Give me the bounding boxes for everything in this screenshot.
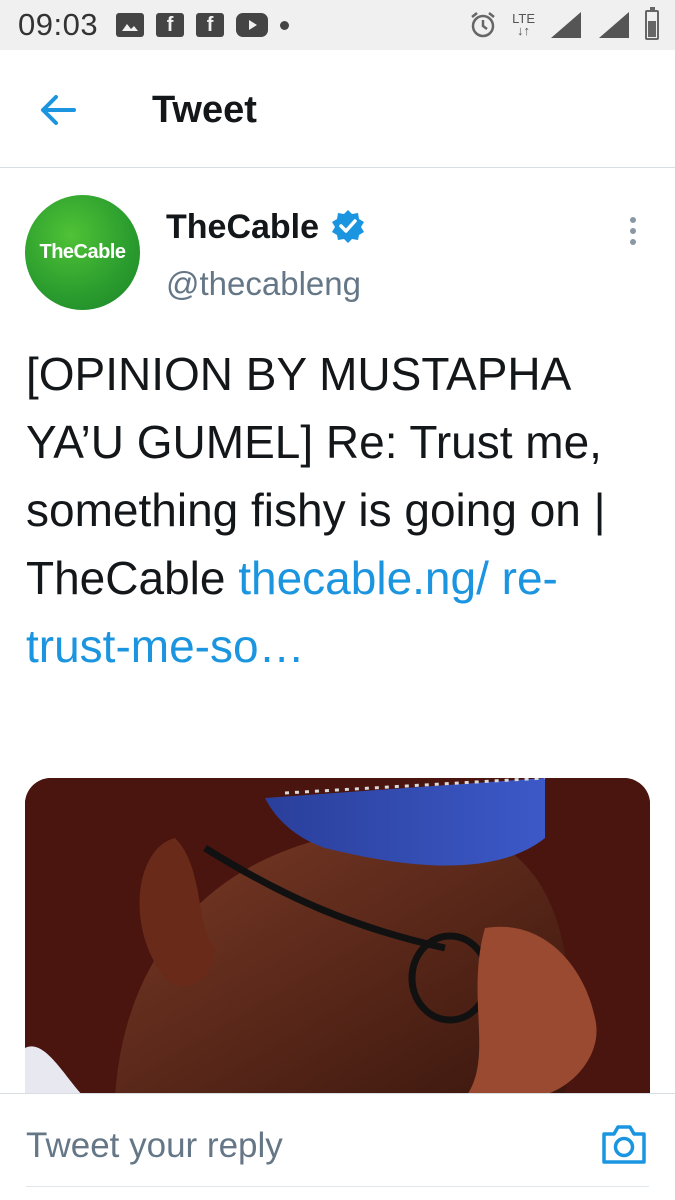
network-type: LTE ↓↑: [512, 12, 535, 38]
signal-icon: [551, 12, 581, 38]
more-options-button[interactable]: [618, 211, 648, 251]
facebook-icon: f: [156, 13, 185, 37]
camera-button[interactable]: [600, 1122, 648, 1166]
battery-icon: [645, 7, 659, 40]
avatar-logo-text: TheCable: [39, 241, 126, 263]
status-time: 09:03: [18, 7, 99, 42]
signal-icon: [599, 12, 629, 38]
dot-icon: [280, 20, 290, 30]
more-dot: [630, 217, 636, 223]
facebook-icon: f: [196, 13, 225, 37]
header: Tweet: [0, 50, 675, 168]
image-icon: [116, 13, 145, 37]
reply-bar: Tweet your reply: [0, 1093, 675, 1200]
author-handle[interactable]: @thecableng: [166, 263, 361, 305]
alarm-icon: [471, 12, 495, 38]
avatar[interactable]: TheCable: [25, 195, 140, 310]
system-icons: LTE ↓↑: [468, 0, 659, 50]
tweet-text: [OPINION BY MUSTAPHA YA’U GUMEL] Re: Tru…: [26, 340, 646, 680]
divider: [26, 1186, 649, 1187]
notification-icons: f f: [116, 13, 290, 37]
more-dot: [630, 239, 636, 245]
tweet-media-image[interactable]: [25, 778, 650, 1098]
camera-icon: [602, 1125, 646, 1164]
back-button[interactable]: [30, 88, 86, 132]
data-arrows-icon: ↓↑: [517, 23, 531, 38]
photo-icon: [25, 778, 650, 1098]
arrow-left-icon: [41, 95, 76, 125]
author-name[interactable]: TheCable: [166, 205, 319, 249]
verified-badge-icon: [332, 210, 364, 243]
status-bar: 09:03 f f LTE ↓↑: [0, 0, 675, 50]
page-title: Tweet: [152, 89, 257, 131]
youtube-icon: [236, 13, 269, 37]
reply-input[interactable]: Tweet your reply: [26, 1124, 566, 1168]
more-dot: [630, 228, 636, 234]
